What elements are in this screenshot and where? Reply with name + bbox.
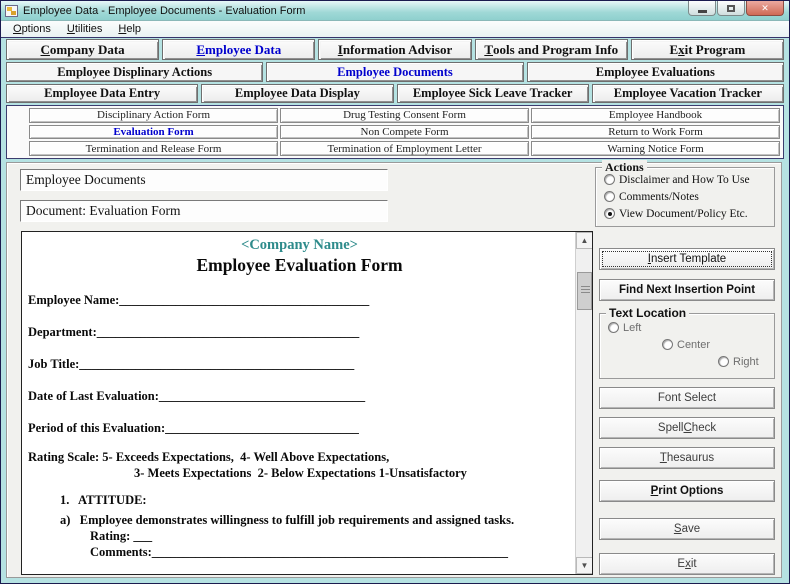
text-location-radio-right[interactable]: Right [718, 354, 774, 369]
doc-button-employee-handbook[interactable]: Employee Handbook [531, 108, 780, 123]
close-button[interactable]: ✕ [746, 1, 784, 16]
insert-template-button[interactable]: Insert Template [599, 248, 775, 270]
text-location-radio-list: Left Center Right [600, 320, 774, 369]
radio-label: View Document/Policy Etc. [619, 208, 748, 220]
radio-icon [608, 322, 619, 333]
tab-employee-data-display[interactable]: Employee Data Display [201, 84, 393, 103]
spell-check-button[interactable]: Spell Check [599, 417, 775, 439]
print-options-button[interactable]: Print Options [599, 480, 775, 502]
title-bar: Employee Data - Employee Documents - Eva… [1, 1, 789, 21]
document-content: <Company Name>Employee Evaluation Form Em… [22, 232, 575, 574]
menu-bar: OptionsUtilitiesHelp [1, 21, 789, 38]
document-line: Employee Evaluation Form [28, 254, 571, 276]
scroll-down-icon[interactable]: ▼ [576, 557, 593, 574]
document-viewer[interactable]: <Company Name>Employee Evaluation Form Em… [21, 231, 593, 575]
main-panel: Employee Documents Document: Evaluation … [6, 162, 782, 578]
find-next-insertion-point-button[interactable]: Find Next Insertion Point [599, 279, 775, 301]
document-line: Employee Name:__________________________… [28, 292, 571, 308]
tab-tools-and-program-info[interactable]: Tools and Program Info [475, 39, 628, 60]
nav-row-tracker: Employee Data EntryEmployee Data Display… [6, 84, 784, 103]
window-title: Employee Data - Employee Documents - Eva… [23, 5, 305, 17]
document-line: Job Title:______________________________… [28, 356, 571, 372]
maximize-icon [727, 5, 735, 12]
tab-employee-displinary-actions[interactable]: Employee Displinary Actions [6, 62, 263, 82]
tab-employee-data[interactable]: Employee Data [162, 39, 315, 60]
document-line: a) Employee demonstrates willingness to … [60, 512, 571, 528]
menu-options[interactable]: Options [5, 22, 59, 36]
radio-icon [662, 339, 673, 350]
radio-comments-notes[interactable]: Comments/Notes [604, 189, 774, 204]
menu-utilities[interactable]: Utilities [59, 22, 110, 36]
tab-employee-data-entry[interactable]: Employee Data Entry [6, 84, 198, 103]
radio-label: Right [733, 356, 759, 368]
radio-icon [604, 174, 615, 185]
nav-row-section: Employee Displinary ActionsEmployee Docu… [6, 62, 784, 82]
tab-information-advisor[interactable]: Information Advisor [318, 39, 471, 60]
tab-employee-sick-leave-tracker[interactable]: Employee Sick Leave Tracker [397, 84, 589, 103]
tab-exit-program[interactable]: Exit Program [631, 39, 784, 60]
doc-button-return-to-work-form[interactable]: Return to Work Form [531, 125, 780, 140]
radio-label: Comments/Notes [619, 191, 699, 203]
font-select-button[interactable]: Font Select [599, 387, 775, 409]
document-line: Comments:_______________________________… [90, 544, 571, 560]
doc-button-evaluation-form[interactable]: Evaluation Form [29, 125, 278, 140]
tab-employee-vacation-tracker[interactable]: Employee Vacation Tracker [592, 84, 784, 103]
document-line: <Company Name> [28, 236, 571, 254]
document-line: ________________________________________… [90, 562, 571, 574]
text-location-title: Text Location [606, 306, 689, 320]
document-line: Date of Last Evaluation:________________… [28, 388, 571, 404]
actions-group-title: Actions [602, 160, 647, 175]
radio-view-document-policy-etc[interactable]: View Document/Policy Etc. [604, 206, 774, 221]
minimize-icon [698, 10, 707, 13]
text-location-radio-center[interactable]: Center [662, 337, 774, 352]
app-icon [5, 5, 18, 17]
document-line: 1. ATTITUDE: [60, 492, 571, 508]
document-buttons-panel: Disciplinary Action FormDrug Testing Con… [6, 105, 784, 159]
category-field[interactable]: Employee Documents [20, 169, 388, 191]
save-button[interactable]: Save [599, 518, 775, 540]
doc-button-warning-notice-form[interactable]: Warning Notice Form [531, 141, 780, 156]
tab-employee-evaluations[interactable]: Employee Evaluations [527, 62, 784, 82]
window-controls: ✕ [687, 1, 784, 16]
actions-radio-list: Disclaimer and How To Use Comments/Notes V… [596, 172, 774, 221]
document-line: Rating Scale: 5- Exceeds Expectations, 4… [28, 449, 571, 465]
nav-row-main: Company DataEmployee DataInformation Adv… [6, 39, 784, 60]
doc-button-termination-of-employment-letter[interactable]: Termination of Employment Letter [280, 141, 529, 156]
text-location-radio-left[interactable]: Left [608, 320, 774, 335]
document-line: Period of this Evaluation:______________… [28, 420, 571, 436]
radio-label: Disclaimer and How To Use [619, 174, 750, 186]
doc-button-disciplinary-action-form[interactable]: Disciplinary Action Form [29, 108, 278, 123]
document-line: Department:_____________________________… [28, 324, 571, 340]
tab-employee-documents[interactable]: Employee Documents [266, 62, 523, 82]
app-window: Employee Data - Employee Documents - Eva… [0, 0, 790, 584]
radio-icon [718, 356, 729, 367]
doc-button-drug-testing-consent-form[interactable]: Drug Testing Consent Form [280, 108, 529, 123]
menu-help[interactable]: Help [110, 22, 149, 36]
doc-button-non-compete-form[interactable]: Non Compete Form [280, 125, 529, 140]
doc-button-termination-and-release-form[interactable]: Termination and Release Form [29, 141, 278, 156]
thesaurus-button[interactable]: Thesaurus [599, 447, 775, 469]
text-location-groupbox: Text Location LeftCenterRight [599, 313, 775, 379]
radio-label: Left [623, 322, 641, 334]
radio-icon [604, 208, 615, 219]
tab-company-data[interactable]: Company Data [6, 39, 159, 60]
scrollbar-thumb[interactable] [577, 272, 592, 310]
actions-groupbox: Actions Disclaimer and How To UseComment… [595, 167, 775, 227]
scroll-up-icon[interactable]: ▲ [576, 232, 593, 249]
document-line: Rating: ___ [90, 528, 571, 544]
maximize-button[interactable] [717, 1, 745, 16]
radio-label: Center [677, 339, 710, 351]
minimize-button[interactable] [688, 1, 716, 16]
exit-button[interactable]: Exit [599, 553, 775, 575]
document-field[interactable]: Document: Evaluation Form [20, 200, 388, 222]
vertical-scrollbar[interactable]: ▲ ▼ [575, 232, 592, 574]
document-line: 3- Meets Expectations 2- Below Expectati… [134, 465, 571, 481]
radio-icon [604, 191, 615, 202]
